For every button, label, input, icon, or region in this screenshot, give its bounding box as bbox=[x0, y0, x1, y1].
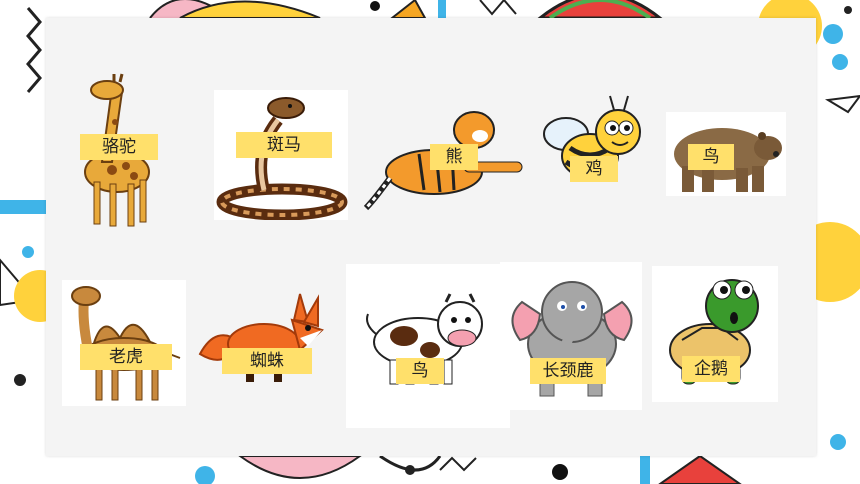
animal-card-1[interactable]: 骆驼 bbox=[62, 62, 182, 242]
animal-card-7[interactable]: 蜘蛛 bbox=[196, 284, 332, 390]
animal-card-9[interactable]: 长颈鹿 bbox=[500, 262, 642, 410]
fox-icon bbox=[198, 293, 324, 382]
animal-label-7: 蜘蛛 bbox=[222, 348, 312, 374]
animal-card-2[interactable]: 斑马 bbox=[214, 90, 348, 220]
blue-stripe-decoration bbox=[438, 0, 446, 18]
animal-label-9: 长颈鹿 bbox=[530, 358, 606, 384]
animal-label-5: 鸟 bbox=[688, 144, 734, 170]
animal-label-3: 熊 bbox=[430, 144, 478, 170]
camel-icon bbox=[71, 286, 181, 401]
animal-card-10[interactable]: 企鹅 bbox=[652, 266, 778, 402]
animal-card-6[interactable]: 老虎 bbox=[62, 280, 186, 406]
slide-card: 骆驼 斑马 熊 鸡 鸟 老虎 蜘蛛 鸟 长颈鹿 企鹅 bbox=[46, 18, 816, 456]
animal-label-6: 老虎 bbox=[80, 344, 172, 370]
animal-label-8: 鸟 bbox=[396, 358, 444, 384]
animal-card-4[interactable]: 鸡 bbox=[536, 92, 646, 204]
animal-label-10: 企鹅 bbox=[682, 356, 740, 382]
animal-label-1: 骆驼 bbox=[80, 134, 158, 160]
elephant-icon bbox=[511, 281, 633, 397]
animal-card-3[interactable]: 熊 bbox=[364, 100, 524, 220]
animal-label-4: 鸡 bbox=[570, 156, 618, 182]
bee-icon bbox=[543, 95, 641, 179]
cow-icon bbox=[366, 293, 483, 385]
animal-card-8[interactable]: 鸟 bbox=[346, 264, 510, 428]
animal-card-5[interactable]: 鸟 bbox=[666, 112, 786, 196]
black-dot-decoration bbox=[370, 1, 380, 11]
animal-label-2: 斑马 bbox=[236, 132, 332, 158]
